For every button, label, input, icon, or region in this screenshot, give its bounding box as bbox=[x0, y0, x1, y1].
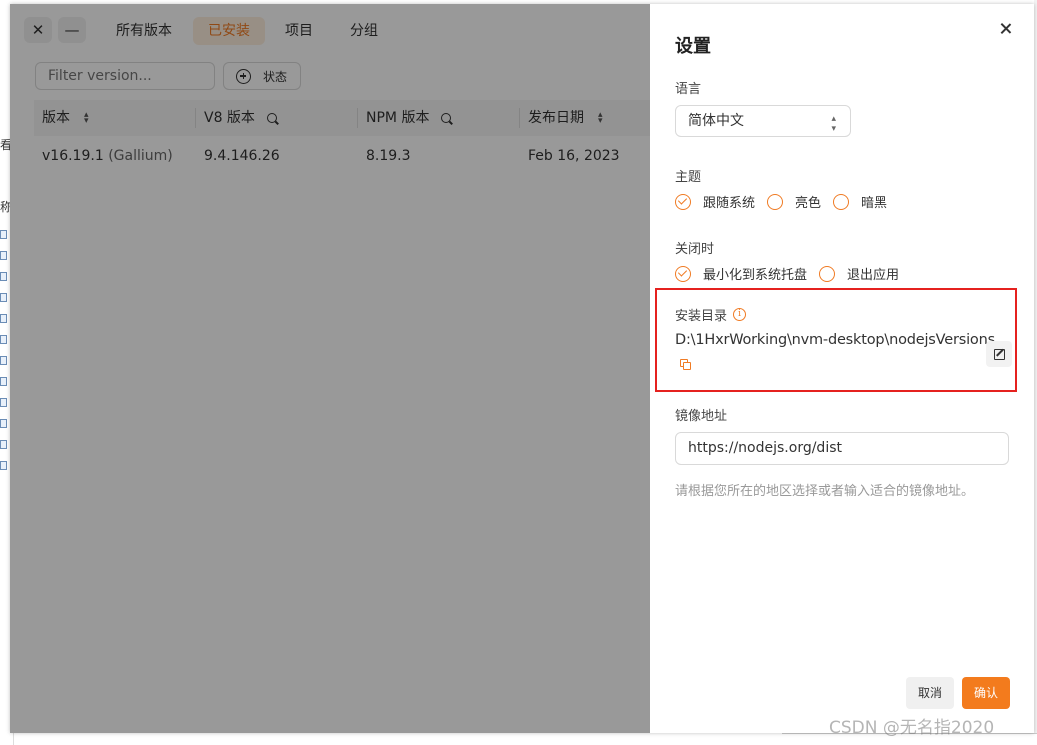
radio-label: 最小化到系统托盘 bbox=[703, 268, 808, 283]
file-icon bbox=[0, 251, 7, 260]
chevron-updown-icon: ▴ ▾ bbox=[831, 114, 836, 134]
cancel-button[interactable]: 取消 bbox=[906, 677, 954, 709]
file-icon bbox=[0, 335, 7, 344]
theme-option-light[interactable]: 亮色 bbox=[767, 192, 821, 211]
radio-label: 跟随系统 bbox=[703, 196, 756, 211]
radio-checked-icon[interactable] bbox=[675, 265, 691, 282]
file-icon bbox=[0, 230, 7, 239]
radio-icon[interactable] bbox=[767, 193, 784, 210]
nvm-desktop-window: ✕ — 所有版本 已安装 项目 分组 状态 版本▴▾ V8 版本 NPM 版本 bbox=[10, 4, 1034, 733]
radio-label: 暗黑 bbox=[861, 196, 888, 211]
file-icon bbox=[0, 377, 7, 386]
confirm-button[interactable]: 确认 bbox=[962, 677, 1010, 709]
file-icon bbox=[0, 461, 7, 470]
theme-option-system[interactable]: 跟随系统 bbox=[675, 192, 755, 211]
radio-checked-icon[interactable] bbox=[675, 193, 691, 210]
copy-icon-front bbox=[683, 362, 691, 370]
edit-icon bbox=[994, 349, 1005, 360]
language-select[interactable]: 简体中文 ▴ ▾ bbox=[675, 105, 851, 137]
install-dir-label: 安装目录 i bbox=[675, 305, 747, 324]
radio-label: 亮色 bbox=[795, 196, 822, 211]
mirror-url-input[interactable]: https://nodejs.org/dist bbox=[675, 432, 1009, 465]
file-icon bbox=[0, 356, 7, 365]
copy-icon[interactable] bbox=[680, 359, 692, 371]
install-dir-path: D:\1HxrWorking\nvm-desktop\nodejsVersion… bbox=[675, 332, 995, 348]
radio-icon[interactable] bbox=[833, 193, 850, 210]
close-icon[interactable] bbox=[997, 20, 1015, 38]
main-panel: ✕ — 所有版本 已安装 项目 分组 状态 版本▴▾ V8 版本 NPM 版本 bbox=[10, 4, 650, 733]
on-close-option-quit[interactable]: 退出应用 bbox=[819, 264, 899, 283]
on-close-label: 关闭时 bbox=[675, 242, 715, 257]
file-icon bbox=[0, 272, 7, 281]
language-label: 语言 bbox=[675, 82, 702, 97]
mirror-hint: 请根据您所在的地区选择或者输入适合的镜像地址。 bbox=[675, 484, 975, 499]
edit-install-dir-button[interactable] bbox=[986, 341, 1012, 367]
file-icon bbox=[0, 314, 7, 323]
watermark: CSDN @无名指2020 bbox=[829, 718, 995, 738]
theme-option-dark[interactable]: 暗黑 bbox=[833, 192, 887, 211]
file-icon bbox=[0, 440, 7, 449]
settings-drawer: 设置 语言 简体中文 ▴ ▾ 主题 跟随系统 亮色 暗黑 关闭时 最小化到系统托… bbox=[650, 4, 1034, 733]
radio-icon[interactable] bbox=[819, 265, 836, 282]
install-dir-label-text: 安装目录 bbox=[675, 309, 728, 324]
modal-mask[interactable] bbox=[10, 4, 650, 733]
settings-title: 设置 bbox=[675, 36, 711, 57]
file-icon bbox=[0, 419, 7, 428]
on-close-option-minimize[interactable]: 最小化到系统托盘 bbox=[675, 264, 807, 283]
on-close-radio-group: 最小化到系统托盘 退出应用 bbox=[675, 264, 911, 283]
language-value: 简体中文 bbox=[688, 113, 744, 129]
theme-label: 主题 bbox=[675, 170, 702, 185]
info-icon[interactable]: i bbox=[733, 308, 747, 321]
file-icon bbox=[0, 398, 7, 407]
file-icon bbox=[0, 293, 7, 302]
theme-radio-group: 跟随系统 亮色 暗黑 bbox=[675, 192, 899, 211]
radio-label: 退出应用 bbox=[847, 268, 900, 283]
mirror-label: 镜像地址 bbox=[675, 409, 728, 424]
